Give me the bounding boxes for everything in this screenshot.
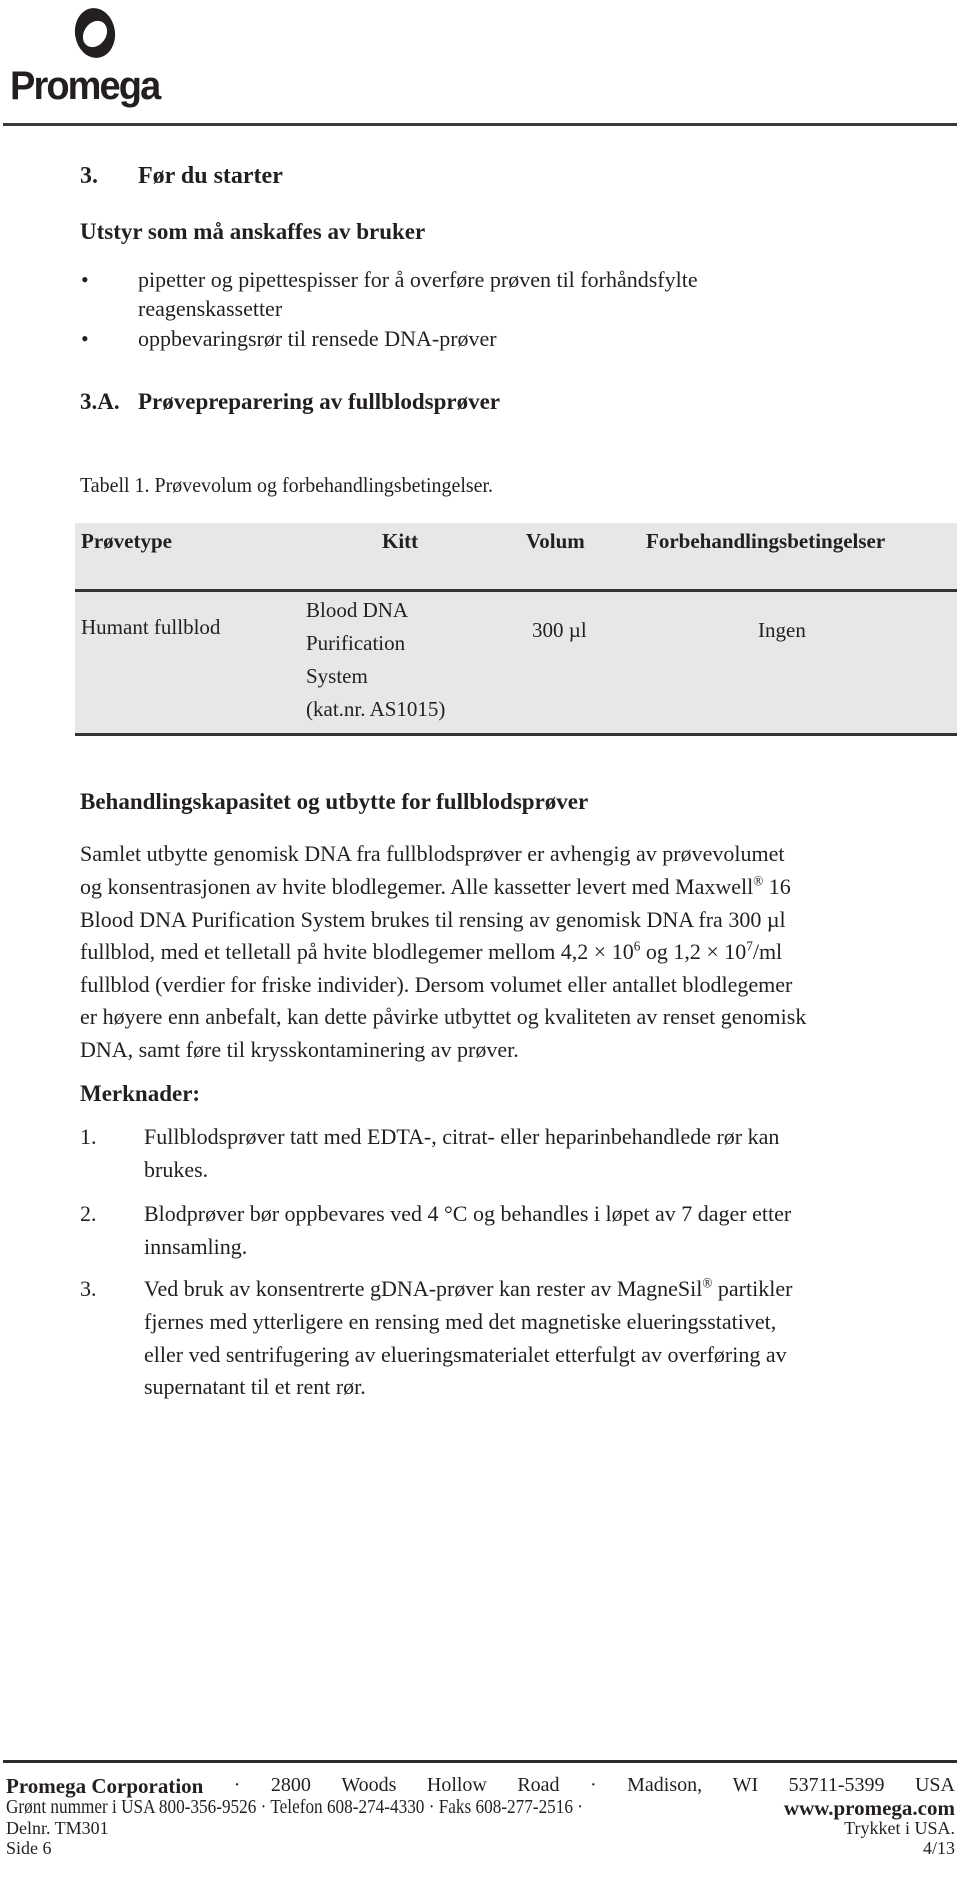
cell-volume: 300 µl — [532, 618, 587, 642]
list-item: pipetter og pipettespisser for å overfør… — [138, 267, 698, 292]
text: 16 — [763, 874, 791, 899]
note-text: brukes. — [144, 1157, 209, 1182]
cell-kit-line: (kat.nr. AS1015) — [306, 697, 446, 721]
subsection-title: Prøvepreparering av fullblodsprøver — [138, 389, 501, 414]
paragraph-line: DNA, samt føre til krysskontaminering av… — [80, 1037, 519, 1062]
text: fullblod, med et telletall på hvite blod… — [80, 939, 634, 964]
note-text: Ved bruk av konsentrerte gDNA-prøver kan… — [144, 1276, 792, 1302]
equipment-heading: Utstyr som må anskaffes av bruker — [80, 219, 426, 244]
list-item-continuation: reagenskassetter — [138, 296, 283, 321]
paragraph-line: fullblod (verdier for friske individer).… — [80, 972, 793, 997]
section-number: 3. — [80, 163, 98, 189]
bullet-icon: • — [81, 326, 89, 351]
text: partikler — [712, 1276, 793, 1301]
note-text: fjernes med ytterligere en rensing med d… — [144, 1309, 777, 1334]
cell-pretreatment: Ingen — [758, 618, 806, 642]
printed-in: Trykket i USA. — [844, 1818, 955, 1838]
note-number: 2. — [80, 1201, 97, 1226]
table-header-sample-type: Prøvetype — [81, 529, 172, 553]
paragraph-line: Samlet utbytte genomisk DNA fra fullblod… — [80, 841, 785, 866]
bullet-icon: • — [81, 267, 89, 292]
note-text: innsamling. — [144, 1234, 248, 1259]
table-header-pretreatment: Forbehandlingsbetingelser — [646, 529, 886, 553]
table-bottom-rule — [75, 733, 957, 736]
note-text: supernatant til et rent rør. — [144, 1374, 366, 1399]
cell-sample-type: Humant fullblod — [81, 615, 221, 639]
note-number: 1. — [80, 1124, 97, 1149]
paragraph-line: fullblod, med et telletall på hvite blod… — [80, 939, 782, 965]
table-header-kit: Kitt — [382, 529, 419, 553]
note-text: Fullblodsprøver tatt med EDTA-, citrat- … — [144, 1124, 780, 1149]
paragraph-line: er høyere enn anbefalt, kan dette påvirk… — [80, 1004, 807, 1029]
footer-page-line: Side 6 4/13 — [6, 1838, 955, 1859]
table-header-volume: Volum — [526, 529, 585, 553]
capacity-heading: Behandlingskapasitet og utbytte for full… — [80, 789, 589, 814]
cell-kit-line: Purification — [306, 631, 406, 655]
note-number: 3. — [80, 1276, 97, 1301]
page-number: Side 6 — [6, 1838, 52, 1858]
exponent: 7 — [746, 938, 753, 954]
paragraph-line: Blood DNA Purification System brukes til… — [80, 907, 786, 932]
header-rule — [3, 123, 957, 126]
promega-wordmark: Promega — [10, 64, 161, 108]
note-text: Blodprøver bør oppbevares ved 4 °C og be… — [144, 1201, 792, 1226]
notes-heading: Merknader: — [80, 1081, 201, 1106]
list-item: oppbevaringsrør til rensede DNA-prøver — [138, 326, 497, 351]
cell-kit-line: System — [306, 664, 368, 688]
note-text: eller ved sentrifugering av elueringsmat… — [144, 1342, 787, 1367]
text: /ml — [752, 939, 783, 964]
section-title: Før du starter — [138, 163, 283, 189]
footer-rule — [3, 1760, 957, 1763]
revision-date: 4/13 — [922, 1838, 955, 1858]
cell-kit-line: Blood DNA — [306, 598, 409, 622]
registered-mark: ® — [753, 873, 764, 889]
table-caption: Tabell 1. Prøvevolum og forbehandlingsbe… — [80, 473, 494, 497]
paragraph-line: og konsentrasjonen av hvite blodlegemer.… — [80, 874, 791, 900]
text: Ved bruk av konsentrerte gDNA-prøver kan… — [144, 1276, 703, 1301]
promega-logo-mark-icon — [74, 8, 116, 58]
footer-meta-line: Delnr. TM301 Trykket i USA. — [6, 1818, 955, 1839]
registered-mark: ® — [702, 1275, 713, 1291]
subsection-number: 3.A. — [80, 389, 120, 414]
text: og konsentrasjonen av hvite blodlegemer.… — [80, 874, 754, 899]
part-number: Delnr. TM301 — [6, 1818, 109, 1838]
table-header-rule — [75, 589, 957, 592]
text: og 1,2 × 10 — [640, 939, 747, 964]
